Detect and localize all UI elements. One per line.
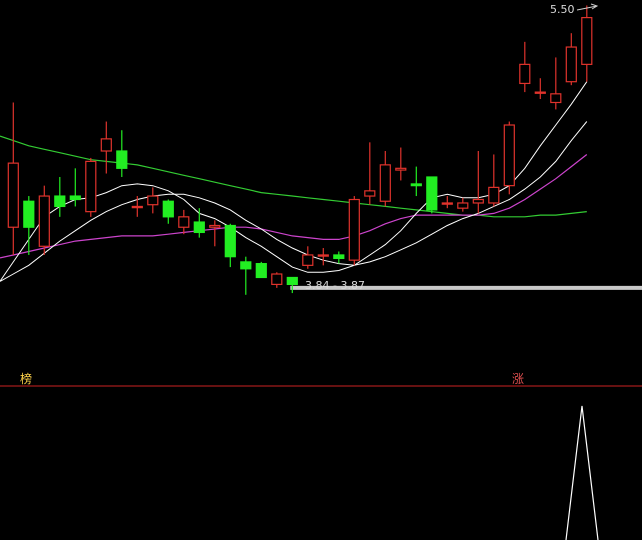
candle bbox=[38, 185, 50, 255]
candle-body bbox=[426, 176, 438, 211]
candle-body bbox=[271, 273, 283, 286]
candle-body bbox=[348, 198, 360, 261]
candle-body bbox=[240, 261, 252, 270]
candle-body bbox=[69, 195, 81, 201]
candle-body bbox=[472, 198, 484, 204]
candle-body bbox=[147, 195, 159, 206]
candle-body bbox=[534, 91, 546, 94]
candle-body bbox=[364, 190, 376, 197]
separator-label-left: 榜 bbox=[20, 371, 32, 386]
candle-body bbox=[100, 138, 112, 152]
candle-body bbox=[441, 202, 453, 205]
chart-background bbox=[0, 0, 642, 540]
candle-body bbox=[255, 263, 267, 279]
candle-body bbox=[23, 200, 35, 228]
candle-body bbox=[131, 205, 143, 209]
candle-body bbox=[286, 276, 298, 286]
kline-chart: 5.50 3.84 - 3.87 榜 涨 bbox=[0, 0, 642, 540]
candle-body bbox=[550, 93, 562, 104]
candle-body bbox=[395, 167, 407, 171]
candle-body bbox=[410, 183, 422, 187]
candle-body bbox=[379, 164, 391, 202]
support-range-label: 3.84 - 3.87 bbox=[305, 279, 365, 292]
candle-body bbox=[178, 216, 190, 228]
candle-body bbox=[457, 202, 469, 209]
candle-body bbox=[38, 195, 50, 247]
candle bbox=[255, 261, 267, 279]
candle-body bbox=[519, 63, 531, 85]
candle bbox=[85, 157, 97, 217]
candle-body bbox=[488, 186, 500, 204]
candle bbox=[426, 176, 438, 214]
high-price-label: 5.50 bbox=[550, 3, 575, 16]
candle-body bbox=[54, 195, 66, 208]
candle bbox=[503, 121, 515, 195]
candle-body bbox=[224, 224, 236, 258]
candle bbox=[348, 196, 360, 266]
candle-body bbox=[193, 221, 205, 234]
candle-body bbox=[85, 160, 97, 213]
candle-body bbox=[565, 46, 577, 83]
candle-body bbox=[209, 224, 221, 228]
candle-body bbox=[317, 254, 329, 257]
candle-body bbox=[333, 254, 345, 260]
candle-body bbox=[116, 150, 128, 169]
candle-body bbox=[581, 16, 593, 65]
candle-body bbox=[503, 124, 515, 187]
candle-body bbox=[302, 254, 314, 266]
candle-body bbox=[162, 200, 174, 218]
separator-label-right: 涨 bbox=[512, 371, 524, 386]
candle-body bbox=[7, 162, 19, 228]
